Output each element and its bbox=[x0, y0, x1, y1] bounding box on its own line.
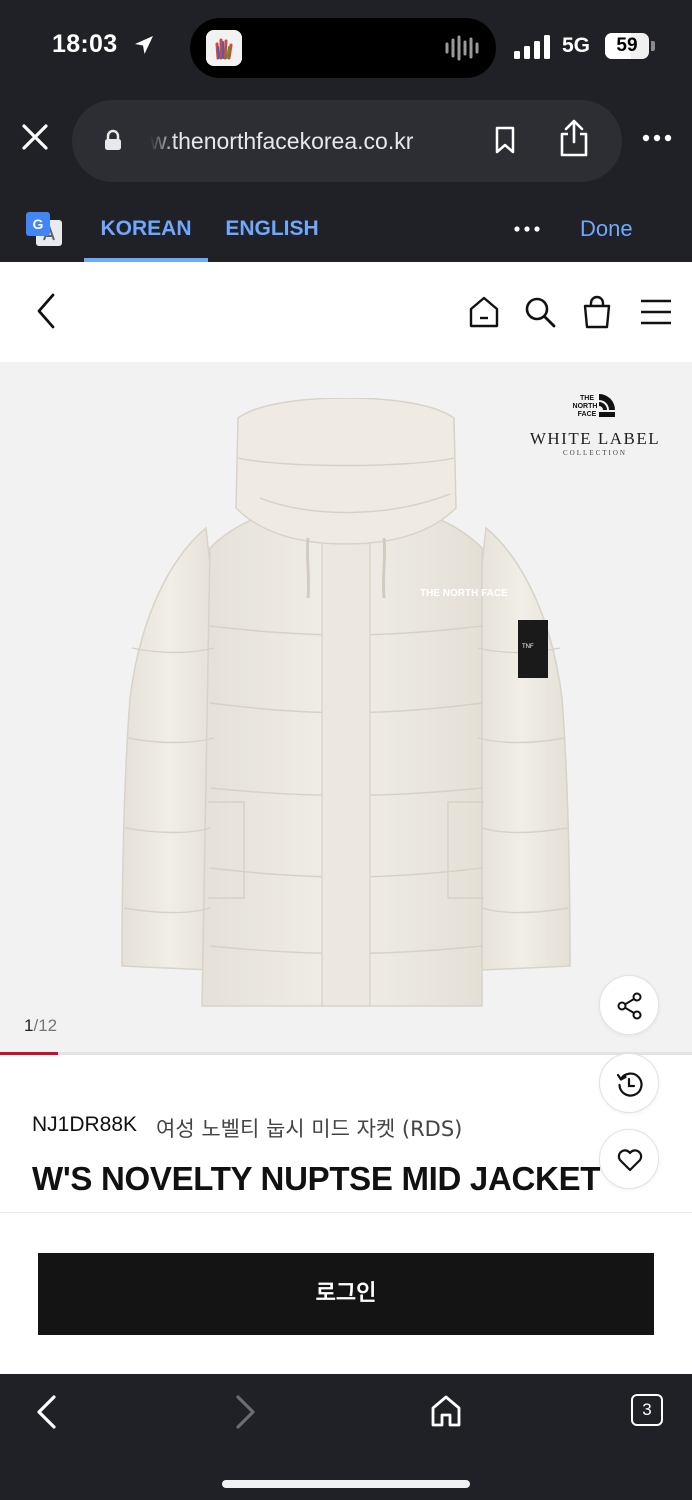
forward-icon[interactable] bbox=[234, 1394, 258, 1430]
heart-icon bbox=[617, 1149, 643, 1172]
app-thumbnail-icon bbox=[206, 30, 242, 66]
network-type: 5G bbox=[562, 34, 591, 57]
google-translate-icon[interactable]: G bbox=[26, 212, 64, 248]
svg-text:G: G bbox=[33, 216, 44, 232]
tab-english[interactable]: ENGLISH bbox=[214, 196, 330, 262]
product-image: THE NORTH FACE TNF bbox=[121, 398, 571, 1007]
history-icon bbox=[616, 1072, 643, 1097]
audio-wave-icon bbox=[445, 35, 479, 61]
location-arrow-icon bbox=[135, 36, 153, 54]
share-button[interactable] bbox=[599, 975, 659, 1035]
battery-icon: 59 bbox=[605, 33, 649, 59]
tab-korean[interactable]: KOREAN bbox=[84, 196, 208, 262]
gallery-progress bbox=[0, 1052, 692, 1055]
product-name: W'S NOVELTY NUPTSE MID JACKET bbox=[32, 1160, 601, 1197]
product-gallery[interactable]: THE NORTH FACE WHITE LABEL COLLECTION TH… bbox=[0, 362, 692, 1052]
translate-bar: G KOREAN ENGLISH Done bbox=[0, 196, 692, 262]
cart-icon[interactable] bbox=[582, 295, 612, 329]
recently-viewed-button[interactable] bbox=[599, 1053, 659, 1113]
battery-tip bbox=[651, 41, 655, 51]
back-icon[interactable] bbox=[34, 1394, 58, 1430]
browser-home-icon[interactable] bbox=[430, 1394, 462, 1428]
login-button[interactable]: 로그인 bbox=[38, 1253, 654, 1335]
more-icon[interactable] bbox=[642, 134, 672, 142]
home-icon[interactable] bbox=[468, 296, 500, 328]
menu-icon[interactable] bbox=[640, 299, 672, 325]
product-korean-name: 여성 노벨티 눕시 미드 자켓 (RDS) bbox=[156, 1117, 463, 1141]
tabs-button[interactable]: 3 bbox=[631, 1394, 663, 1426]
bookmark-icon[interactable] bbox=[494, 126, 516, 154]
status-time: 18:03 bbox=[52, 30, 118, 58]
chevron-left-icon[interactable] bbox=[34, 292, 58, 330]
gallery-progress-fill bbox=[0, 1052, 58, 1055]
image-counter: 1/12 bbox=[24, 1016, 57, 1036]
home-indicator bbox=[222, 1480, 470, 1488]
url-fade bbox=[150, 122, 176, 160]
site-header bbox=[0, 262, 692, 362]
browser-bottom-bar: 3 bbox=[0, 1374, 692, 1500]
share-nodes-icon bbox=[617, 992, 642, 1020]
search-icon[interactable] bbox=[524, 296, 556, 328]
url-text[interactable]: w.thenorthfacekorea.co.kr bbox=[150, 128, 460, 155]
translate-more-icon[interactable] bbox=[514, 226, 540, 232]
svg-text:THE NORTH FACE: THE NORTH FACE bbox=[420, 588, 508, 599]
svg-text:TNF: TNF bbox=[522, 644, 534, 650]
product-code: NJ1DR88K bbox=[32, 1113, 138, 1136]
browser-toolbar: w.thenorthfacekorea.co.kr bbox=[0, 96, 692, 196]
dynamic-island bbox=[190, 18, 496, 78]
svg-text:THE: THE bbox=[580, 395, 594, 402]
address-bar[interactable]: w.thenorthfacekorea.co.kr bbox=[72, 100, 622, 182]
share-icon[interactable] bbox=[558, 118, 590, 158]
wishlist-button[interactable] bbox=[599, 1129, 659, 1189]
done-button[interactable]: Done bbox=[580, 196, 633, 262]
battery-percent: 59 bbox=[616, 35, 638, 56]
signal-icon bbox=[514, 35, 550, 59]
login-bar: 로그인 bbox=[0, 1212, 692, 1374]
close-icon[interactable] bbox=[20, 122, 50, 152]
status-bar: 18:03 5G 59 bbox=[0, 0, 692, 96]
lock-icon bbox=[105, 129, 121, 150]
image-counter-total: /12 bbox=[33, 1016, 58, 1035]
